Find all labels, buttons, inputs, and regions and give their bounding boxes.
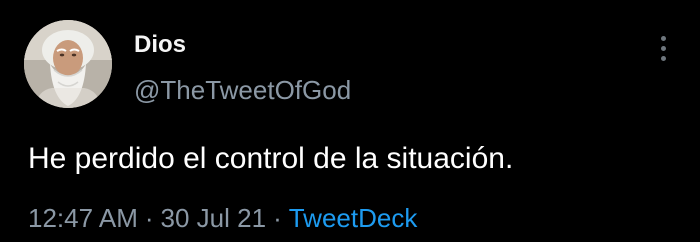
bearded-man-avatar-icon	[24, 20, 112, 108]
tweet-text: He perdido el control de la situación.	[28, 142, 514, 175]
meta-separator: ·	[273, 203, 282, 233]
meta-separator: ·	[144, 203, 154, 233]
author-display-name[interactable]: Dios	[134, 31, 186, 59]
tweet-date[interactable]: 30 Jul 21	[161, 203, 267, 233]
tweet-time[interactable]: 12:47 AM	[28, 203, 138, 233]
tweet-card: Dios @TheTweetOfGod He perdido el contro…	[0, 0, 700, 242]
tweet-source-link[interactable]: TweetDeck	[289, 203, 418, 233]
author-avatar[interactable]	[24, 20, 112, 108]
author-handle[interactable]: @TheTweetOfGod	[134, 75, 351, 105]
tweet-meta: 12:47 AM · 30 Jul 21 · TweetDeck	[28, 202, 417, 234]
more-options-button[interactable]	[650, 32, 678, 66]
